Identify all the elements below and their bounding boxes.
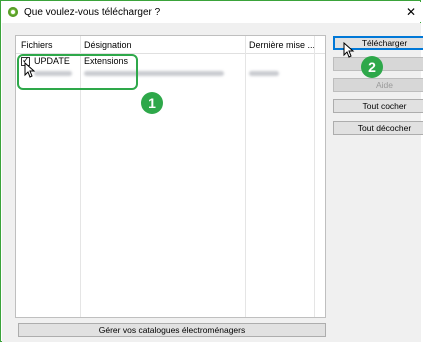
manage-catalogs-button[interactable]: Gérer vos catalogues électroménagers xyxy=(18,323,326,337)
window-title: Que voulez-vous télécharger ? xyxy=(24,7,161,18)
help-button[interactable]: Aide xyxy=(333,78,423,92)
step-badge-1: 1 xyxy=(141,92,163,114)
uncheck-all-button[interactable]: Tout décocher xyxy=(333,121,423,135)
check-all-button[interactable]: Tout cocher xyxy=(333,99,423,113)
column-header-files[interactable]: Fichiers xyxy=(21,40,53,50)
step-badge-2: 2 xyxy=(361,56,383,78)
column-header-last-update[interactable]: Dernière mise ... xyxy=(249,40,315,50)
column-divider xyxy=(245,36,246,317)
column-divider xyxy=(314,36,315,317)
app-logo-icon xyxy=(8,7,18,17)
blurred-text xyxy=(249,71,279,76)
close-icon[interactable]: ✕ xyxy=(403,4,419,20)
column-header-designation[interactable]: Désignation xyxy=(84,40,132,50)
list-header: Fichiers Désignation Dernière mise ... xyxy=(16,36,325,54)
title-bar: Que voulez-vous télécharger ? ✕ xyxy=(2,2,421,22)
mouse-pointer-icon xyxy=(343,42,355,58)
mouse-pointer-icon xyxy=(24,62,36,78)
dialog-window: Que voulez-vous télécharger ? ✕ Fichiers… xyxy=(0,0,423,342)
